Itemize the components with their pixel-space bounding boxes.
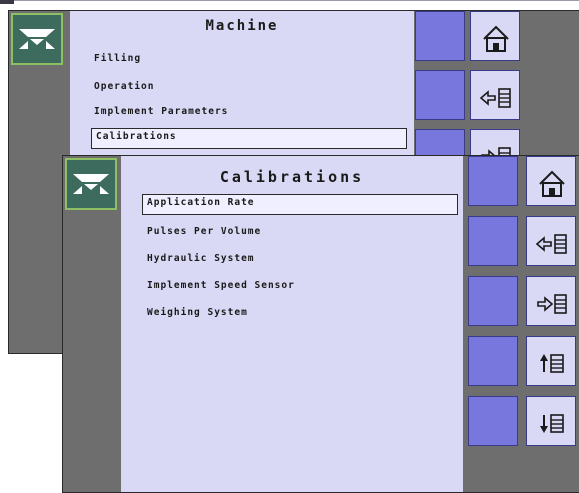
menu-item-filling[interactable]: Filling [94,53,141,64]
menu-item-application-rate[interactable]: Application Rate [142,194,458,215]
softkey-slot-1[interactable] [468,156,518,206]
home-button[interactable] [526,156,576,206]
menu-item-pulses-per-volume[interactable]: Pulses Per Volume [147,226,261,237]
scroll-down-button[interactable] [526,396,576,446]
softkey-slot-3[interactable] [468,276,518,326]
page-title: Calibrations [219,168,365,186]
top-divider [0,0,579,1]
home-icon [483,25,509,52]
calibrations-screen: Calibrations Application Rate Pulses Per… [62,155,579,493]
scroll-down-icon [540,414,564,433]
home-icon [539,170,565,197]
scroll-up-button[interactable] [526,336,576,386]
home-button[interactable] [470,11,520,61]
calibrations-menu: Calibrations Application Rate Pulses Per… [121,156,463,492]
menu-item-hydraulic-system[interactable]: Hydraulic System [147,253,255,264]
softkey-slot-4[interactable] [468,336,518,386]
page-title: Machine [205,18,279,34]
back-button[interactable] [526,216,576,266]
softkey-slot-1[interactable] [415,11,465,61]
top-corner-mark [0,0,14,4]
forward-button[interactable] [526,276,576,326]
menu-item-calibrations[interactable]: Calibrations [91,128,407,149]
back-icon [535,234,567,254]
softkey-slot-2[interactable] [415,70,465,120]
softkey-slot-2[interactable] [468,216,518,266]
menu-item-implement-speed-sensor[interactable]: Implement Speed Sensor [147,280,295,291]
back-button[interactable] [470,70,520,120]
forward-icon [537,294,567,314]
back-icon [479,88,511,108]
menu-item-implement-parameters[interactable]: Implement Parameters [94,106,228,117]
menu-item-weighing-system[interactable]: Weighing System [147,307,248,318]
scroll-up-icon [540,354,564,373]
machine-icon[interactable] [11,13,63,65]
machine-icon[interactable] [65,158,117,210]
softkey-slot-5[interactable] [468,396,518,446]
menu-item-operation[interactable]: Operation [94,81,154,92]
